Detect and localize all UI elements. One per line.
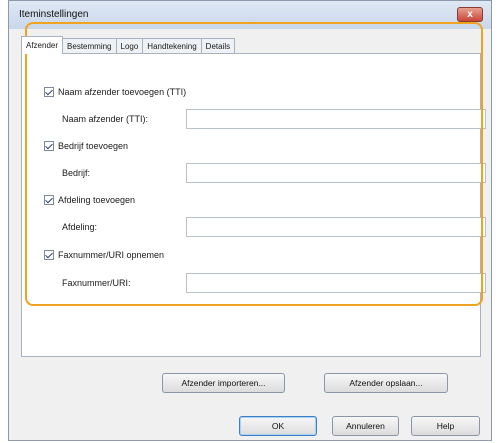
department-label: Afdeling: bbox=[62, 222, 98, 232]
help-button[interactable]: Help bbox=[411, 416, 480, 436]
tab-logo[interactable]: Logo bbox=[115, 38, 144, 53]
tab-bestemming[interactable]: Bestemming bbox=[62, 38, 117, 53]
add-company-option[interactable]: Bedrijf toevoegen bbox=[44, 140, 128, 152]
add-sender-name-checkbox[interactable] bbox=[44, 87, 54, 97]
tab-handtekening[interactable]: Handtekening bbox=[142, 38, 202, 53]
add-fax-uri-option[interactable]: Faxnummer/URI opnemen bbox=[44, 249, 164, 261]
company-label: Bedrijf: bbox=[62, 168, 91, 178]
cancel-button[interactable]: Annuleren bbox=[332, 416, 399, 436]
department-input[interactable] bbox=[186, 217, 486, 237]
add-sender-name-option[interactable]: Naam afzender toevoegen (TTI) bbox=[44, 86, 186, 98]
sender-name-label: Naam afzender (TTI): bbox=[62, 114, 149, 124]
add-company-label: Bedrijf toevoegen bbox=[58, 141, 129, 151]
title-bar: Iteminstellingen x bbox=[9, 1, 491, 29]
add-department-checkbox[interactable] bbox=[44, 195, 54, 205]
add-fax-uri-checkbox[interactable] bbox=[44, 250, 54, 260]
add-company-checkbox[interactable] bbox=[44, 141, 54, 151]
tab-afzender[interactable]: Afzender bbox=[21, 36, 64, 54]
tab-details[interactable]: Details bbox=[200, 38, 236, 53]
settings-dialog: Iteminstellingen x Afzender Bestemming L… bbox=[8, 0, 492, 441]
fax-uri-input[interactable] bbox=[186, 273, 486, 293]
sender-name-input[interactable] bbox=[186, 109, 486, 129]
close-button[interactable]: x bbox=[457, 7, 483, 22]
add-department-option[interactable]: Afdeling toevoegen bbox=[44, 194, 135, 206]
close-icon: x bbox=[467, 9, 473, 20]
import-sender-button[interactable]: Afzender importeren... bbox=[162, 373, 285, 393]
fax-uri-label: Faxnummer/URI: bbox=[62, 278, 131, 288]
save-sender-button[interactable]: Afzender opslaan... bbox=[324, 373, 448, 393]
window-title: Iteminstellingen bbox=[19, 9, 89, 20]
tab-panel: Naam afzender toevoegen (TTI) Naam afzen… bbox=[21, 53, 486, 393]
add-department-label: Afdeling toevoegen bbox=[58, 195, 136, 205]
company-input[interactable] bbox=[186, 163, 486, 183]
tab-strip: Afzender Bestemming Logo Handtekening De… bbox=[21, 36, 236, 54]
add-sender-name-label: Naam afzender toevoegen (TTI) bbox=[58, 87, 187, 97]
ok-button[interactable]: OK bbox=[239, 416, 317, 436]
add-fax-uri-label: Faxnummer/URI opnemen bbox=[58, 250, 165, 260]
